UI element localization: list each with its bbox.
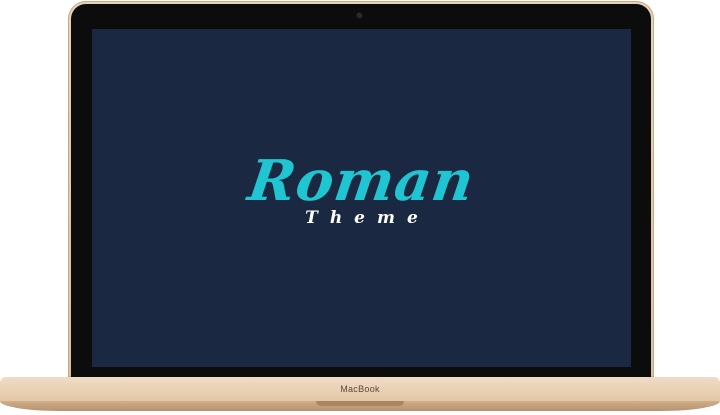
camera-icon [357, 13, 362, 18]
lid-open-notch [316, 401, 404, 406]
screen-title: Roman [244, 148, 479, 214]
screen-subtitle: Theme [305, 208, 430, 228]
laptop-screen: Roman Theme [92, 29, 631, 367]
brand-label: MacBook [340, 384, 380, 394]
